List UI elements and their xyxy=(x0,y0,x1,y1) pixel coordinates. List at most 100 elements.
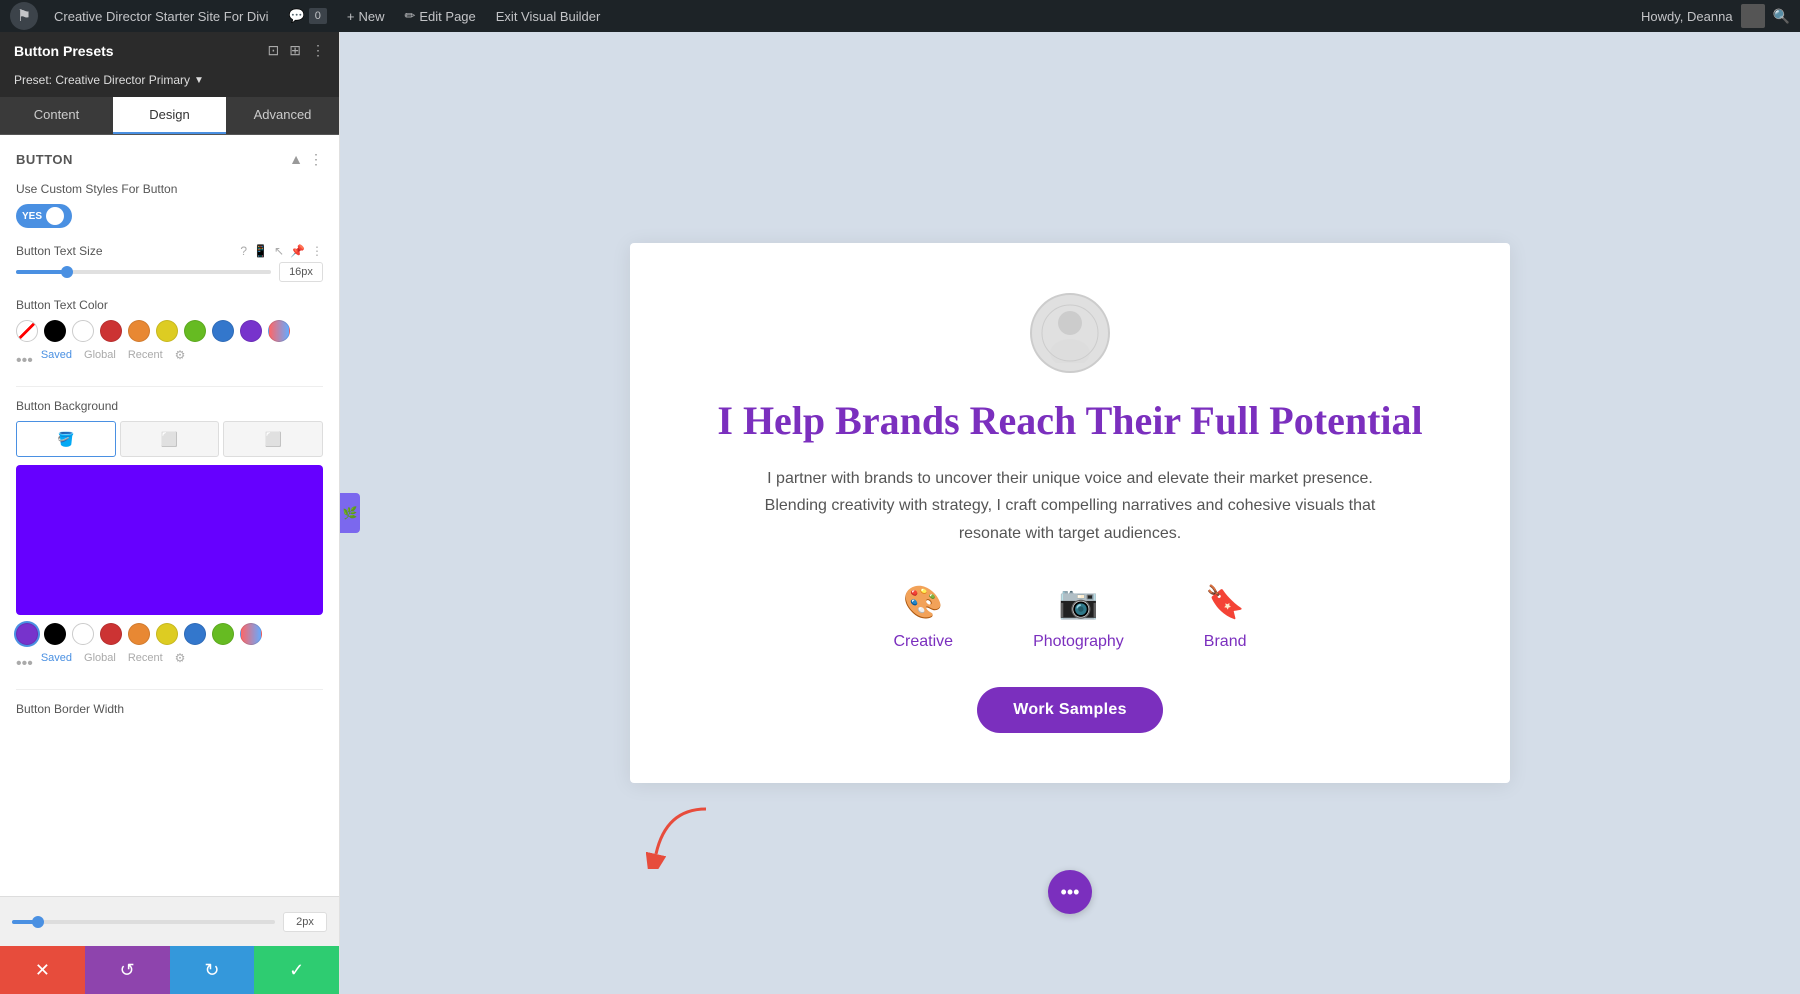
bg-swatches-meta: Saved Global Recent ⚙ xyxy=(41,651,186,665)
swatch-transparent[interactable] xyxy=(16,320,38,342)
pin-icon[interactable]: 📌 xyxy=(290,244,305,258)
bg-swatch-black[interactable] xyxy=(44,623,66,645)
bg-swatch-white[interactable] xyxy=(72,623,94,645)
cancel-button[interactable]: ✕ xyxy=(0,946,85,994)
right-area: 🌿 I Help Brands Reach Their Full Potenti… xyxy=(340,32,1800,994)
swatch-orange[interactable] xyxy=(128,320,150,342)
bg-swatch-green[interactable] xyxy=(212,623,234,645)
more-colors-dots[interactable]: ••• xyxy=(16,352,33,370)
more-options-icon[interactable]: ⋮ xyxy=(311,42,325,59)
action-bar: ✕ ↺ ↻ ✓ xyxy=(0,946,339,994)
floating-dots-button[interactable]: ••• xyxy=(1048,870,1092,914)
preset-dropdown-icon[interactable]: ▼ xyxy=(194,75,204,86)
brand-label: Brand xyxy=(1204,633,1247,651)
swatch-red[interactable] xyxy=(100,320,122,342)
bg-swatch-blue[interactable] xyxy=(184,623,206,645)
redo-button[interactable]: ↻ xyxy=(170,946,255,994)
divider-2 xyxy=(16,689,323,690)
admin-site-name[interactable]: Creative Director Starter Site For Divi xyxy=(46,0,277,32)
border-slider-track xyxy=(12,920,275,924)
bg-type-gradient1[interactable]: ⬜ xyxy=(120,421,220,457)
divider-1 xyxy=(16,386,323,387)
panel-header-icons: ⊡ ⊞ ⋮ xyxy=(268,42,325,59)
swatch-green[interactable] xyxy=(184,320,206,342)
content-card: I Help Brands Reach Their Full Potential… xyxy=(630,243,1510,783)
swatch-blue[interactable] xyxy=(212,320,234,342)
admin-bar: ⚑ Creative Director Starter Site For Div… xyxy=(0,0,1800,32)
custom-styles-toggle-row: YES xyxy=(16,204,323,228)
swatch-black[interactable] xyxy=(44,320,66,342)
photography-icon: 📷 xyxy=(1059,583,1099,621)
text-size-fill xyxy=(16,270,67,274)
bg-swatch-orange[interactable] xyxy=(128,623,150,645)
tab-content[interactable]: Content xyxy=(0,97,113,134)
text-size-thumb[interactable] xyxy=(61,266,73,278)
swatches-meta-text: Saved Global Recent ⚙ xyxy=(41,348,186,362)
section-header-button: Button ▲ ⋮ xyxy=(16,151,323,168)
fullscreen-icon[interactable]: ⊡ xyxy=(268,42,280,59)
admin-edit-page[interactable]: ✏ Edit Page xyxy=(396,0,483,32)
user-avatar[interactable] xyxy=(1741,4,1765,28)
section-more-icon[interactable]: ⋮ xyxy=(309,151,323,168)
service-creative: 🎨 Creative xyxy=(893,583,953,651)
admin-comments[interactable]: 💬 0 xyxy=(281,0,335,32)
mobile-icon[interactable]: 📱 xyxy=(253,244,268,258)
swatch-purple[interactable] xyxy=(240,320,262,342)
swatch-gradient[interactable] xyxy=(268,320,290,342)
swatches-settings-icon[interactable]: ⚙ xyxy=(175,348,186,362)
text-size-value[interactable]: 16px xyxy=(279,262,323,282)
bg-more-colors-dots[interactable]: ••• xyxy=(16,655,33,673)
avatar xyxy=(1030,293,1110,373)
search-icon[interactable]: 🔍 xyxy=(1773,8,1790,25)
cta-button[interactable]: Work Samples xyxy=(977,687,1163,733)
service-brand: 🔖 Brand xyxy=(1204,583,1247,651)
section-icons: ▲ ⋮ xyxy=(289,151,323,168)
collapse-icon[interactable]: ▲ xyxy=(289,151,303,168)
tab-bar: Content Design Advanced xyxy=(0,97,339,135)
bg-swatch-yellow[interactable] xyxy=(156,623,178,645)
custom-styles-label: Use Custom Styles For Button xyxy=(16,182,323,196)
admin-exit-builder[interactable]: Exit Visual Builder xyxy=(488,0,609,32)
left-panel: Button Presets ⊡ ⊞ ⋮ Preset: Creative Di… xyxy=(0,32,340,994)
text-size-slider-row: 16px xyxy=(16,262,323,282)
service-photography: 📷 Photography xyxy=(1033,583,1124,651)
bg-color-preview xyxy=(16,465,323,615)
text-color-swatches xyxy=(16,320,323,342)
divi-panel-handle[interactable]: 🌿 xyxy=(340,493,360,533)
photography-label: Photography xyxy=(1033,633,1124,651)
swatch-yellow[interactable] xyxy=(156,320,178,342)
text-size-track xyxy=(16,270,271,274)
bg-swatch-purple[interactable] xyxy=(16,623,38,645)
creative-label: Creative xyxy=(893,633,953,651)
bg-swatches-settings-icon[interactable]: ⚙ xyxy=(175,651,186,665)
border-slider-row: 2px xyxy=(12,912,327,932)
admin-right: Howdy, Deanna 🔍 xyxy=(1641,4,1790,28)
undo-button[interactable]: ↺ xyxy=(85,946,170,994)
border-width-label: Button Border Width xyxy=(16,702,323,716)
confirm-button[interactable]: ✓ xyxy=(254,946,339,994)
tab-design[interactable]: Design xyxy=(113,97,226,134)
hero-subtitle: I partner with brands to uncover their u… xyxy=(740,465,1400,547)
cursor-icon[interactable]: ↖ xyxy=(274,244,284,258)
border-slider-thumb[interactable] xyxy=(32,916,44,928)
bg-swatch-gradient[interactable] xyxy=(240,623,262,645)
text-size-label: Button Text Size xyxy=(16,244,232,258)
panel-preset: Preset: Creative Director Primary ▼ xyxy=(0,69,339,97)
border-width-value[interactable]: 2px xyxy=(283,912,327,932)
bg-type-row: 🪣 ⬜ ⬜ xyxy=(16,421,323,457)
hero-title: I Help Brands Reach Their Full Potential xyxy=(717,397,1422,445)
wp-logo[interactable]: ⚑ xyxy=(10,2,38,30)
columns-icon[interactable]: ⊞ xyxy=(289,42,301,59)
custom-styles-toggle[interactable]: YES xyxy=(16,204,72,228)
brand-icon: 🔖 xyxy=(1205,583,1245,621)
divi-handle-icon: 🌿 xyxy=(343,506,358,520)
swatch-white[interactable] xyxy=(72,320,94,342)
bg-type-gradient2[interactable]: ⬜ xyxy=(223,421,323,457)
help-icon[interactable]: ? xyxy=(240,244,247,258)
tab-advanced[interactable]: Advanced xyxy=(226,97,339,134)
text-color-label: Button Text Color xyxy=(16,298,323,312)
bg-type-color[interactable]: 🪣 xyxy=(16,421,116,457)
dots-icon[interactable]: ⋮ xyxy=(311,244,323,258)
bg-swatch-red[interactable] xyxy=(100,623,122,645)
admin-new[interactable]: + New xyxy=(339,0,393,32)
